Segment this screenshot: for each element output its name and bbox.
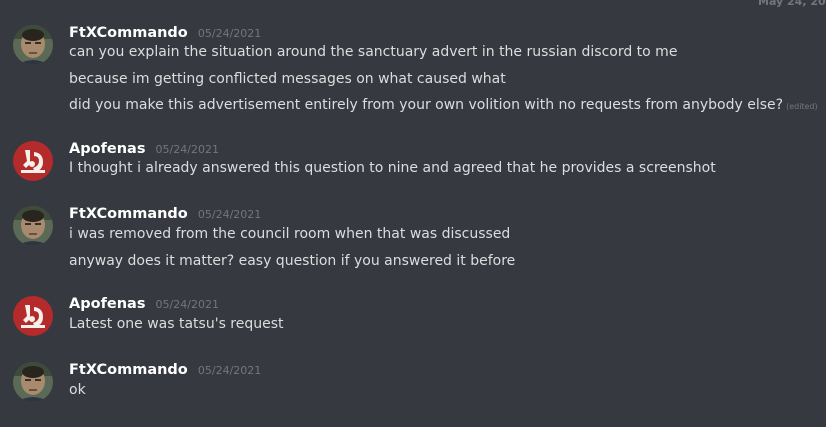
message-text: i was removed from the council room when… [69,226,511,242]
message-text: can you explain the situation around the… [69,44,678,60]
chat-messages-pane[interactable]: May 24, 202 FtXCommando 05/24/2021 can y… [0,0,826,427]
username[interactable]: Apofenas [69,296,145,312]
message-text: Latest one was tatsu's request [69,316,284,332]
person-avatar-icon [13,25,53,65]
username[interactable]: FtXCommando [69,206,188,222]
message-text: because im getting conflicted messages o… [69,71,506,87]
avatar[interactable] [13,141,53,181]
emblem-avatar-icon [13,141,53,181]
username[interactable]: FtXCommando [69,362,188,378]
person-avatar-icon [13,362,53,402]
message-header: FtXCommando 05/24/2021 [69,22,261,41]
edited-label: (edited) [786,102,818,111]
date-divider: May 24, 202 [740,0,826,8]
avatar[interactable] [13,206,53,246]
message-timestamp[interactable]: 05/24/2021 [156,298,219,311]
emblem-avatar-icon [13,296,53,336]
message-text: anyway does it matter? easy question if … [69,253,516,269]
message-timestamp[interactable]: 05/24/2021 [198,208,261,221]
message-header: FtXCommando 05/24/2021 [69,359,261,378]
avatar[interactable] [13,362,53,402]
message-text: did you make this advertisement entirely… [69,97,784,113]
avatar[interactable] [13,296,53,336]
message-text-edited: did you make this advertisement entirely… [69,97,818,113]
username[interactable]: FtXCommando [69,25,188,41]
message-text: I thought i already answered this questi… [69,160,716,176]
message-header: FtXCommando 05/24/2021 [69,203,261,222]
message-timestamp[interactable]: 05/24/2021 [198,364,261,377]
message-header: Apofenas 05/24/2021 [69,138,219,157]
username[interactable]: Apofenas [69,141,145,157]
message-text: ok [69,382,86,398]
date-divider-label: May 24, 202 [740,0,826,8]
avatar[interactable] [13,25,53,65]
message-header: Apofenas 05/24/2021 [69,293,219,312]
person-avatar-icon [13,206,53,246]
message-timestamp[interactable]: 05/24/2021 [156,143,219,156]
message-timestamp[interactable]: 05/24/2021 [198,27,261,40]
